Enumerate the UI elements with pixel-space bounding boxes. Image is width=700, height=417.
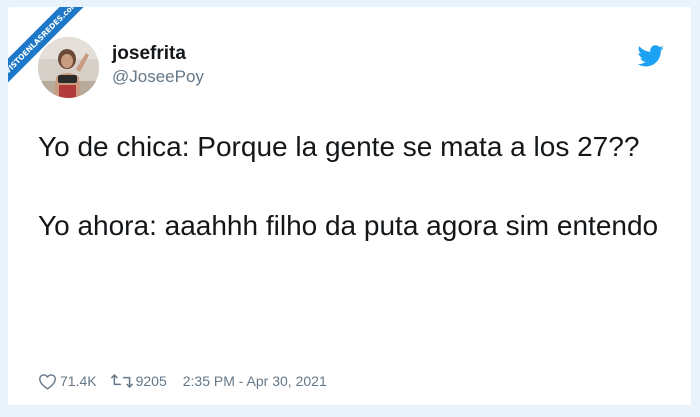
watermark-band: VISTOENLASREDES.com: [8, 7, 101, 97]
author-display-name[interactable]: josefrita: [112, 43, 204, 65]
tweet-footer: 71.4K 9205 2:35 PM - Apr 30, 2021: [38, 371, 327, 391]
tweet-body: Yo de chica: Porque la gente se mata a l…: [38, 127, 678, 246]
tweet-paragraph-1: Yo de chica: Porque la gente se mata a l…: [38, 131, 640, 162]
twitter-bird-icon[interactable]: [637, 45, 664, 67]
retweet-icon[interactable]: [110, 373, 133, 389]
heart-icon[interactable]: [38, 373, 57, 390]
watermark-text: VISTOENLASREDES.com: [8, 7, 80, 76]
author-handle[interactable]: @JoseePoy: [112, 66, 204, 88]
twitter-bird-glyph: [637, 45, 664, 67]
tweet-paragraph-2: Yo ahora: aaahhh filho da puta agora sim…: [38, 210, 659, 241]
tweet-timestamp[interactable]: 2:35 PM - Apr 30, 2021: [183, 373, 327, 389]
like-count[interactable]: 71.4K: [60, 373, 97, 389]
heart-glyph: [39, 373, 56, 390]
retweet-count[interactable]: 9205: [136, 373, 167, 389]
tweet-card: VISTOENLASREDES.com josefrita @JoseePoy …: [8, 7, 691, 405]
watermark-ribbon: VISTOENLASREDES.com: [8, 7, 118, 117]
retweet-glyph: [110, 374, 133, 388]
author-info: josefrita @JoseePoy: [112, 43, 204, 88]
